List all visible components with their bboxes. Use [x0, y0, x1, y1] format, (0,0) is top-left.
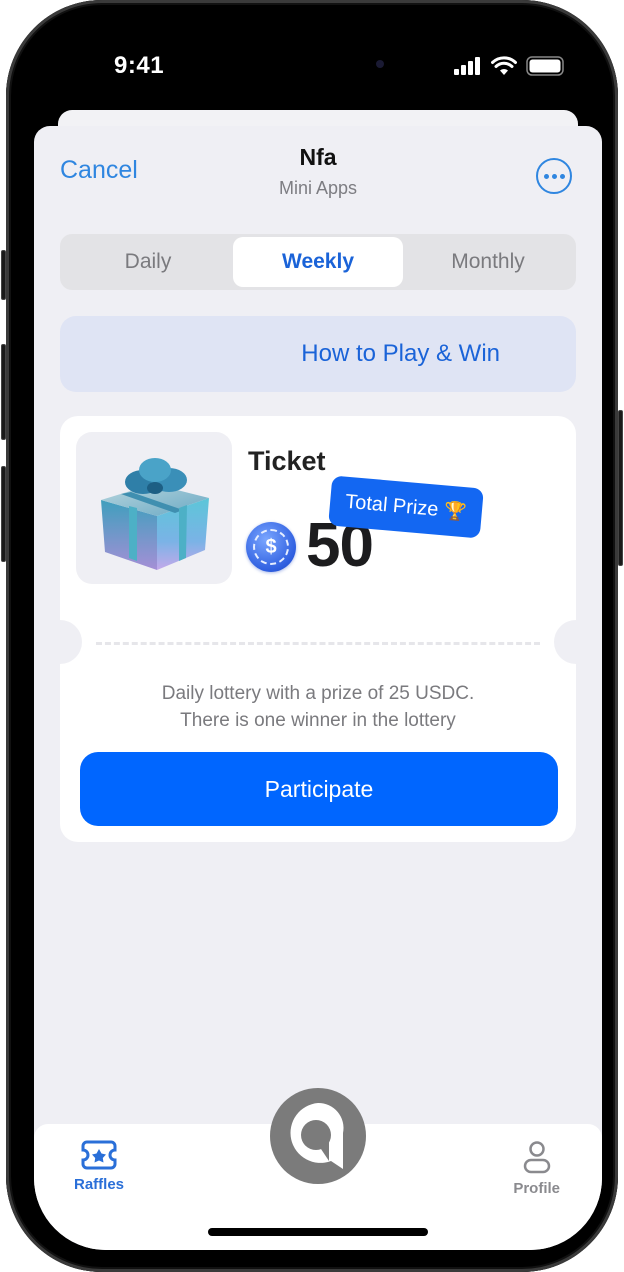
status-icons: [454, 56, 566, 76]
signal-icon: [454, 57, 480, 75]
tab-profile-label: Profile: [513, 1180, 560, 1197]
app-logo-icon: [290, 1102, 344, 1169]
person-icon: [523, 1141, 550, 1174]
app-title: Nfa: [299, 144, 337, 170]
nav-bar: Cancel Nfa Mini Apps: [34, 126, 602, 216]
description-line-2: There is one winner in the lottery: [180, 710, 456, 731]
app-logo-button[interactable]: [270, 1088, 366, 1184]
camera-dot: [376, 60, 384, 68]
segment-weekly[interactable]: Weekly: [233, 237, 403, 287]
usdc-coin-icon: $: [246, 522, 296, 572]
app-subtitle: Mini Apps: [278, 178, 358, 198]
ellipsis-dot: [551, 173, 557, 179]
ellipsis-dot: [543, 173, 549, 179]
ticket-title: Ticket: [248, 446, 326, 476]
participate-button[interactable]: Participate: [80, 752, 558, 826]
volume-down-button: [1, 466, 6, 562]
segment-monthly[interactable]: Monthly: [403, 237, 573, 287]
mini-app-sheet: Cancel Nfa Mini Apps Daily Weekly Monthl…: [34, 126, 602, 1250]
status-time: 9:41: [114, 52, 165, 79]
battery-icon: [526, 56, 564, 76]
power-button: [618, 410, 623, 566]
ticket-notch-right: [554, 620, 598, 664]
tab-raffles-label: Raffles: [74, 1176, 125, 1193]
tab-raffles[interactable]: Raffles: [74, 1140, 124, 1193]
phone-frame: 9:41 Cancel Nfa Mini Apps Daily Weekly M…: [1, 0, 623, 1272]
gift-box-icon: [101, 458, 209, 570]
screen: 9:41 Cancel Nfa Mini Apps Daily Weekly M…: [34, 22, 602, 1250]
home-indicator: [208, 1228, 428, 1236]
tab-profile[interactable]: Profile: [513, 1140, 560, 1197]
ticket-icon: [81, 1140, 117, 1170]
lottery-description: Daily lottery with a prize of 25 USDC. T…: [60, 680, 576, 734]
ellipsis-dot: [559, 173, 565, 179]
volume-up-button: [1, 344, 6, 440]
gift-image: [76, 432, 232, 584]
status-bar: 9:41: [34, 22, 602, 112]
how-to-play-label: How to Play & Win: [301, 340, 500, 367]
wifi-icon: [491, 56, 517, 75]
total-prize-label: Total Prize: [344, 490, 440, 521]
how-to-play-button[interactable]: How to Play & Win: [60, 316, 576, 392]
more-options-button[interactable]: [536, 158, 572, 194]
coin-symbol: $: [253, 529, 289, 565]
tab-bar: Raffles Profile: [34, 1088, 602, 1250]
ticket-card: Ticket $ 50 Total Prize 🏆 Daily lottery …: [38, 416, 598, 842]
ticket-divider: [96, 642, 540, 645]
segment-daily[interactable]: Daily: [63, 237, 233, 287]
ticket-notch-left: [38, 620, 82, 664]
period-segmented-control: Daily Weekly Monthly: [60, 234, 576, 290]
description-line-1: Daily lottery with a prize of 25 USDC.: [161, 683, 475, 704]
action-button: [1, 250, 6, 300]
trophy-icon: 🏆: [443, 499, 468, 522]
